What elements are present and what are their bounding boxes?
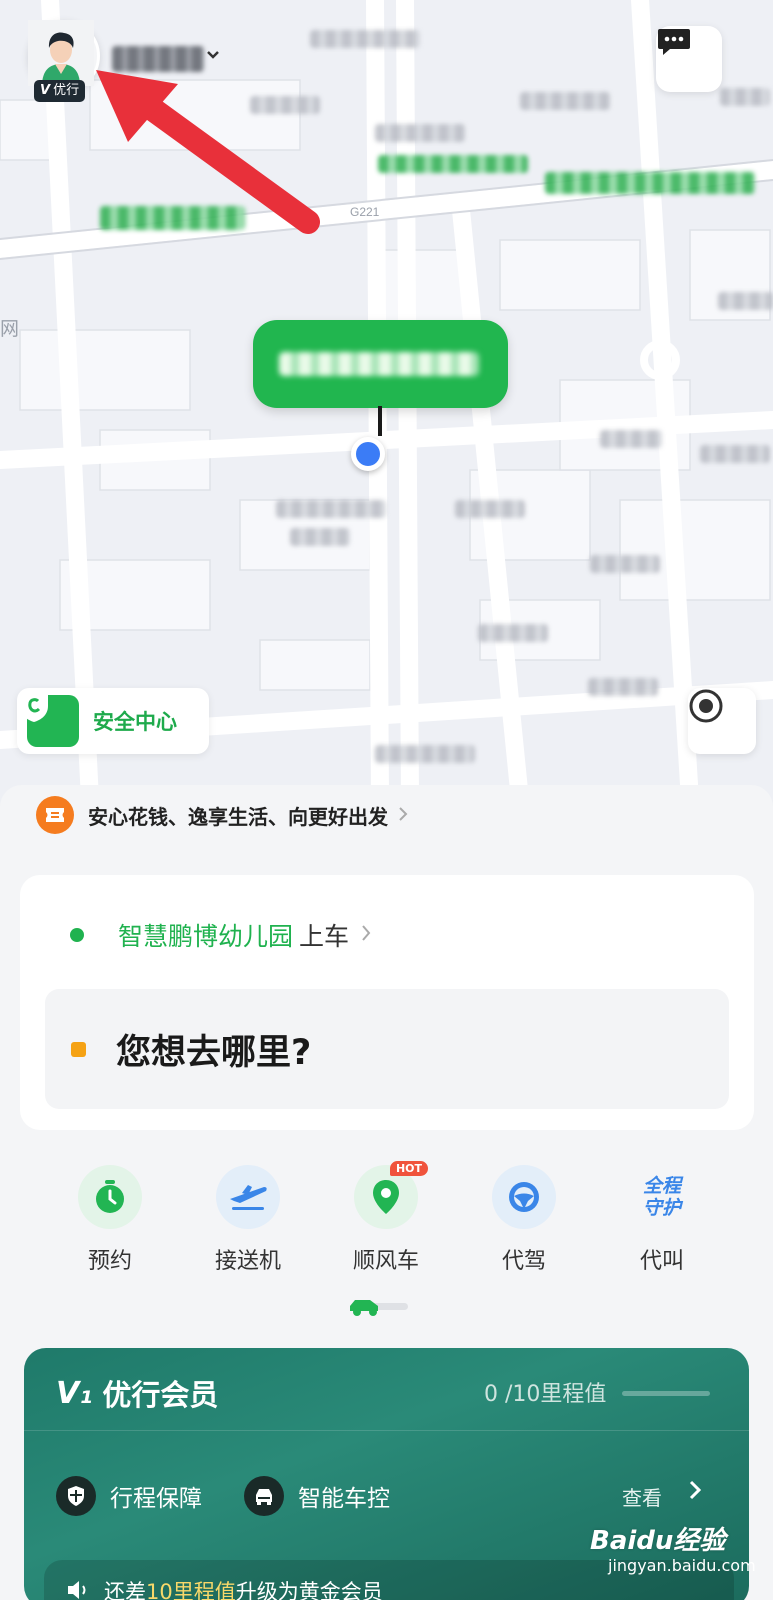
upgrade-prefix: 还差	[104, 1580, 146, 1600]
pickup-dot-icon	[70, 928, 84, 942]
service-designated-driver[interactable]: 代驾	[464, 1165, 584, 1275]
pickup-action: 上车	[299, 922, 350, 951]
service-call-for-others[interactable]: 全程 守护 代叫	[602, 1165, 722, 1275]
service-label: 接送机	[214, 1249, 281, 1274]
view-benefits-link[interactable]: 查看	[622, 1482, 662, 1511]
promo-slogan: 安心花钱、逸享生活、向更好出发	[88, 804, 388, 829]
full-protection-line2: 守护	[642, 1197, 681, 1219]
upgrade-text: 还差10里程值升级为黄金会员	[104, 1576, 383, 1600]
steering-wheel-icon	[492, 1165, 556, 1229]
watermark-url: jingyan.baidu.com	[608, 1556, 756, 1575]
airplane-icon	[216, 1165, 280, 1229]
destination-placeholder: 您想去哪里?	[116, 1032, 312, 1073]
map-view[interactable]: G221 网 V 优行 安全中心	[0, 0, 773, 800]
mileage-progress-text: 0 /10里程值	[484, 1382, 607, 1407]
location-pin-icon: HOT	[354, 1161, 428, 1229]
membership-title: V₁ 优行会员	[56, 1372, 218, 1414]
full-protection-icon: 全程 守护	[630, 1165, 694, 1229]
promo-banner[interactable]: 安心花钱、逸享生活、向更好出发	[36, 796, 408, 834]
membership-mark: V₁	[56, 1375, 93, 1411]
service-label: 代驾	[501, 1249, 546, 1274]
benefit-label: 智能车控	[298, 1486, 390, 1512]
benefit-trip-protection[interactable]: 行程保障	[56, 1476, 202, 1516]
destination-input[interactable]: 您想去哪里?	[45, 989, 729, 1109]
destination-square-icon	[71, 1041, 86, 1057]
membership-name: 优行会员	[102, 1378, 219, 1412]
pickup-place: 智慧鹏博幼儿园	[118, 922, 294, 951]
shield-icon	[56, 1476, 96, 1516]
route-card: 智慧鹏博幼儿园 上车 您想去哪里?	[20, 875, 754, 1130]
service-carpool[interactable]: HOT 顺风车	[326, 1161, 446, 1275]
clock-icon	[78, 1165, 142, 1229]
chevron-right-icon[interactable]	[689, 1478, 702, 1506]
service-label: 代叫	[639, 1249, 684, 1274]
chevron-right-icon	[398, 803, 408, 827]
service-airport[interactable]: 接送机	[188, 1165, 308, 1275]
upgrade-suffix: 升级为黄金会员	[235, 1580, 383, 1600]
service-reserve[interactable]: 预约	[50, 1165, 170, 1275]
car-icon	[350, 1300, 378, 1316]
bottom-sheet: 安心花钱、逸享生活、向更好出发 智慧鹏博幼儿园 上车 您想去哪里? 预约 接送机…	[0, 785, 773, 1600]
service-page-indicator	[348, 1297, 408, 1316]
chevron-right-icon	[361, 923, 371, 948]
divider	[24, 1430, 749, 1431]
service-label: 顺风车	[352, 1249, 419, 1274]
watermark-brand: Baidu经验	[590, 1526, 726, 1556]
mileage-progress-bar	[622, 1391, 710, 1396]
ticket-icon	[36, 796, 74, 834]
car-icon	[244, 1476, 284, 1516]
benefit-label: 行程保障	[110, 1486, 202, 1512]
annotation-arrow-icon	[96, 70, 320, 234]
full-protection-line1: 全程	[642, 1175, 681, 1197]
upgrade-highlight: 10里程值	[146, 1580, 236, 1600]
hot-badge: HOT	[389, 1161, 428, 1176]
service-label: 预约	[87, 1249, 132, 1274]
service-grid: 预约 接送机 HOT 顺风车 代驾 全程 守护 代叫	[0, 1161, 773, 1274]
benefit-smart-car-control[interactable]: 智能车控	[244, 1476, 390, 1516]
pickup-selector[interactable]: 智慧鹏博幼儿园 上车	[70, 917, 371, 953]
speaker-icon	[68, 1581, 86, 1599]
